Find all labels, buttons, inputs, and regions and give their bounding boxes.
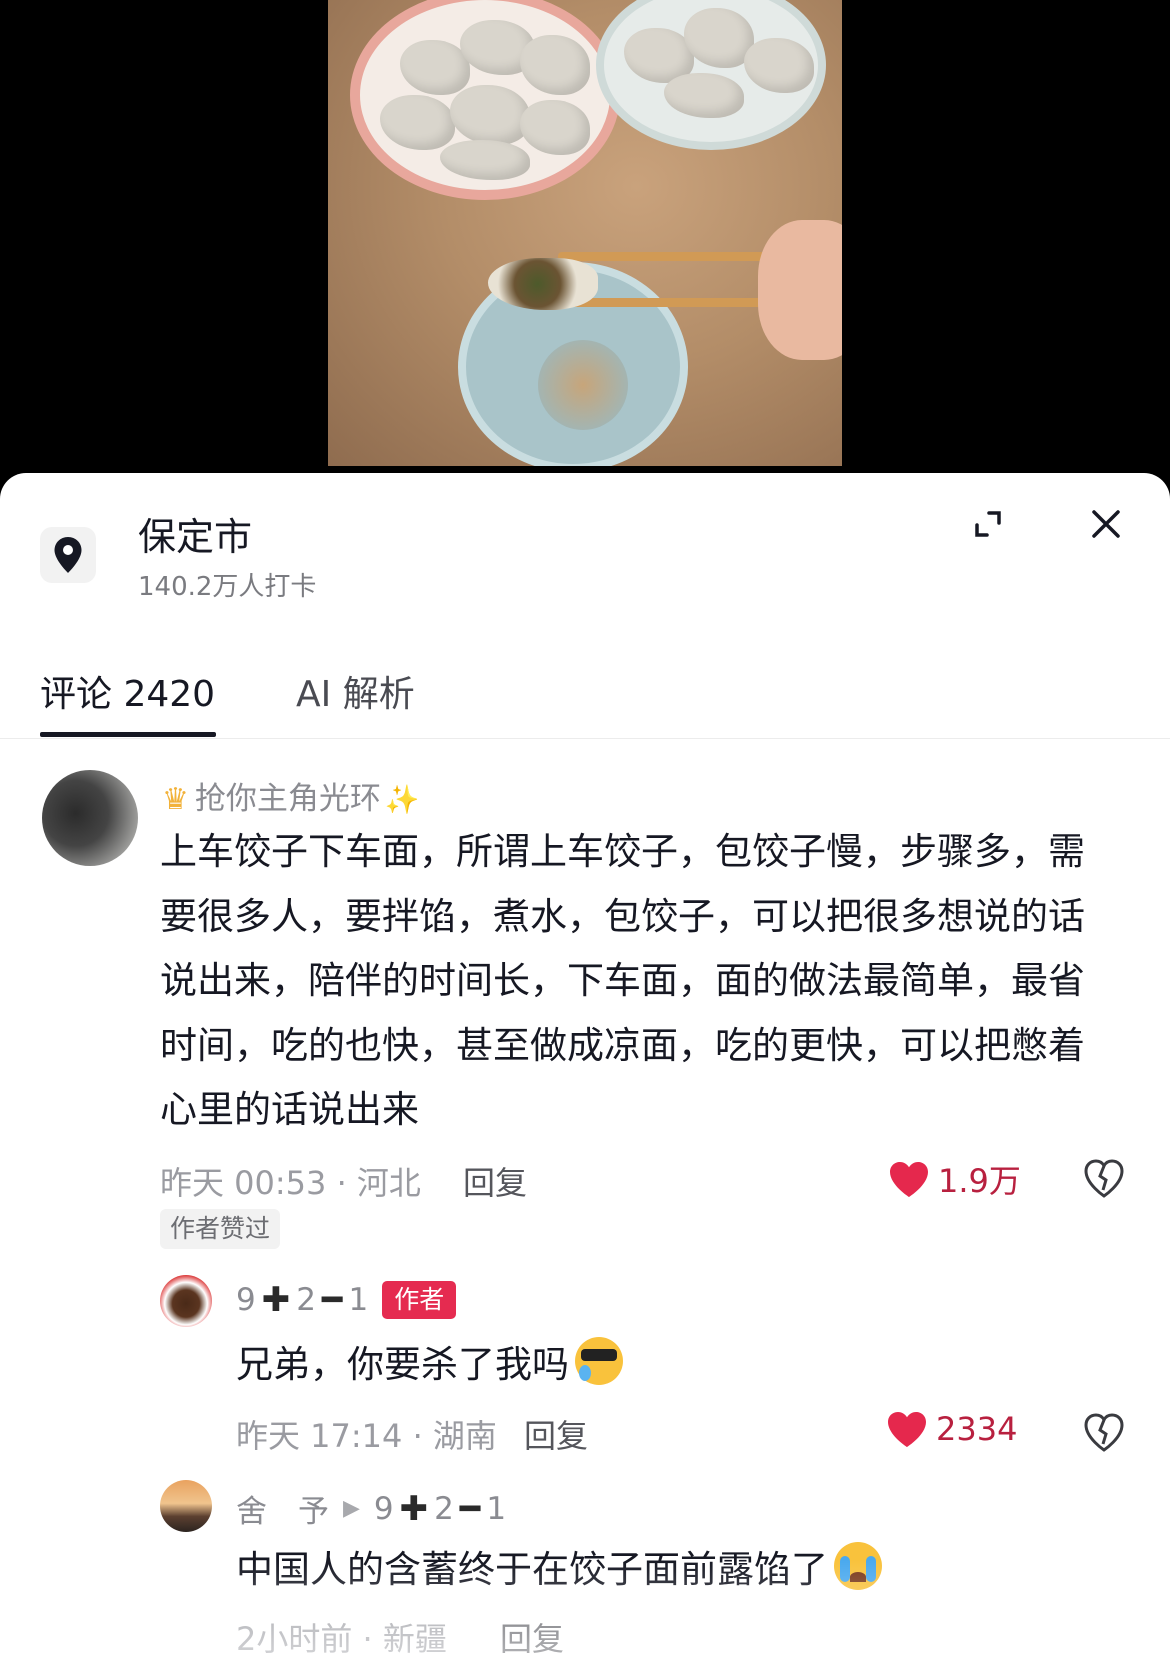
author-badge: 作者	[382, 1281, 457, 1319]
reply-button[interactable]: 回复	[524, 1411, 588, 1457]
plus-icon: ✚	[399, 1488, 429, 1529]
like-count: 2334	[936, 1410, 1018, 1448]
close-icon[interactable]	[1078, 496, 1134, 552]
reply-arrow-icon: ▶	[343, 1496, 360, 1521]
comment-meta: 昨天 00:53 · 河北	[160, 1164, 421, 1202]
video-frame-dumplings[interactable]	[328, 0, 842, 466]
minus-icon: ━	[321, 1280, 343, 1320]
bitten-dumpling	[488, 258, 598, 310]
reply-username[interactable]: 舍 予 ▶ 9 ✚ 2 ━ 1	[236, 1486, 506, 1531]
sunglasses-sweat-emoji-icon	[575, 1337, 623, 1385]
dipping-sauce	[538, 340, 628, 430]
tab-active-indicator	[40, 732, 216, 737]
reply-text: 兄弟，你要杀了我吗	[236, 1333, 623, 1398]
heart-icon	[890, 1162, 928, 1197]
avatar[interactable]	[42, 770, 138, 866]
checkin-count: 140.2万人打卡	[138, 572, 317, 602]
sparkle-icon: ✨	[384, 783, 420, 816]
hand	[758, 220, 842, 360]
tab-comments[interactable]: 评论 2420	[40, 665, 215, 717]
author-liked-badge: 作者赞过	[160, 1209, 281, 1249]
dislike-icon[interactable]	[1082, 1410, 1126, 1454]
comment-username[interactable]: ♛ 抢你主角光环 ✨	[162, 773, 420, 818]
avatar[interactable]	[160, 1275, 212, 1327]
tab-ai-analysis[interactable]: AI 解析	[296, 665, 415, 717]
reply-meta: 昨天 17:14 · 湖南	[236, 1417, 497, 1455]
plus-icon: ✚	[261, 1280, 291, 1320]
avatar[interactable]	[160, 1480, 212, 1532]
like-count: 1.9万	[938, 1162, 1021, 1200]
dislike-icon[interactable]	[1082, 1156, 1126, 1200]
video-area[interactable]	[0, 0, 1170, 475]
reply-button[interactable]: 回复	[500, 1614, 564, 1660]
reply-button[interactable]: 回复	[463, 1158, 527, 1204]
expand-icon[interactable]	[960, 496, 1016, 552]
divider	[0, 738, 1170, 739]
crown-icon: ♛	[162, 782, 189, 817]
minus-icon: ━	[459, 1488, 481, 1529]
reply-text: 中国人的含蓄终于在饺子面前露馅了	[236, 1538, 882, 1603]
dumpling-plate-2	[596, 0, 826, 150]
reply-meta: 2小时前 · 新疆	[236, 1620, 447, 1658]
location-name[interactable]: 保定市	[138, 506, 252, 561]
dumpling-plate	[350, 0, 620, 200]
like-button[interactable]: 2334	[886, 1410, 1017, 1448]
like-button[interactable]: 1.9万	[888, 1156, 1021, 1202]
location-pin-icon	[40, 527, 96, 583]
reply-username[interactable]: 9 ✚ 2 ━ 1 作者	[236, 1280, 457, 1320]
heart-icon	[888, 1412, 926, 1447]
comment-text: 上车饺子下车面，所谓上车饺子，包饺子慢，步骤多，需要很多人，要拌馅，煮水，包饺子…	[160, 830, 1085, 1131]
crying-emoji-icon	[834, 1542, 882, 1590]
